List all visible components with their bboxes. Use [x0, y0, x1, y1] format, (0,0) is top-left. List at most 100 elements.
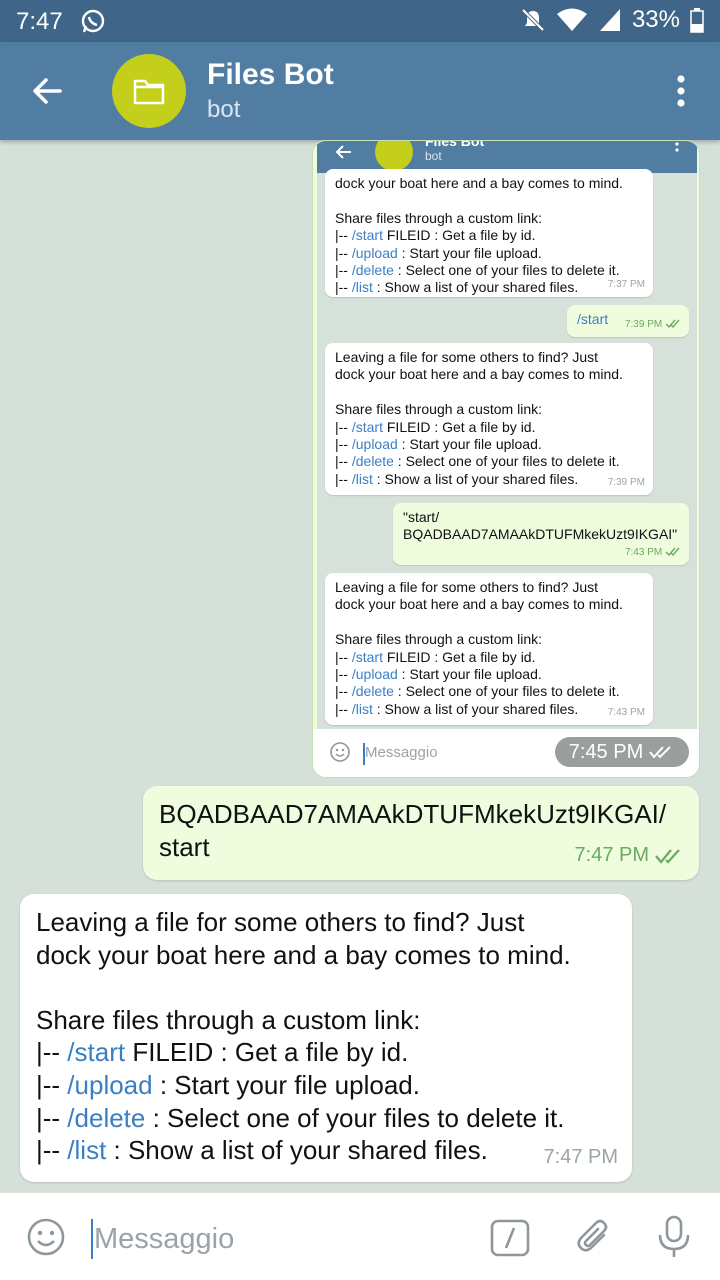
double-check-icon — [665, 319, 680, 329]
time-text: 7:45 PM — [568, 740, 644, 763]
time-text: 7:39 PM — [624, 318, 663, 330]
message-line — [335, 384, 643, 401]
screenshot-input-bar: Messaggio 7:45 PM — [313, 729, 699, 777]
mute-icon — [521, 8, 545, 32]
message-line: BQADBAAD7AMAAkDTUFMkekUzt9IKGAI/ — [159, 799, 667, 829]
message-line: Leaving a file for some others to find? … — [36, 907, 525, 937]
bot-command-link[interactable]: /list — [352, 471, 373, 487]
time-text: 7:47 PM — [574, 844, 649, 867]
screenshot-message: /start 7:39 PM — [567, 305, 689, 337]
bot-command-link[interactable]: /start — [67, 1037, 125, 1067]
message-line: Share files through a custom link: — [335, 631, 542, 648]
message-line: |-- /list : Show a list of your shared f… — [335, 279, 579, 296]
bot-command-link[interactable]: /start — [352, 227, 383, 243]
message-line — [335, 192, 643, 209]
message-line: dock your boat here and a bay comes to m… — [36, 939, 571, 970]
bot-command-link[interactable]: /list — [352, 279, 373, 295]
emoji-icon[interactable] — [26, 1217, 66, 1257]
message-input[interactable]: Messaggio — [94, 1223, 234, 1256]
mic-icon[interactable] — [656, 1215, 692, 1259]
message-line: Leaving a file for some others to find? … — [335, 579, 599, 595]
message-line: |-- /delete : Select one of your files t… — [335, 453, 620, 470]
message-time: 7:47 PM — [575, 839, 685, 872]
bot-command-link[interactable]: /delete — [67, 1103, 145, 1133]
message-line: |-- /upload : Start your file upload. — [335, 244, 542, 261]
message-line: dock your boat here and a bay comes to m… — [335, 596, 623, 613]
bot-command-icon[interactable] — [490, 1219, 530, 1257]
message-line: dock your boat here and a bay comes to m… — [335, 366, 623, 383]
bot-command-link[interactable]: /start — [352, 649, 383, 665]
screenshot-subtitle: bot — [425, 149, 442, 163]
bot-command-link[interactable]: /delete — [352, 453, 394, 469]
more-vert-icon — [675, 142, 679, 152]
message-line: |-- /start FILEID : Get a file by id. — [36, 1037, 409, 1068]
status-time: 7:47 — [16, 8, 63, 35]
avatar — [375, 141, 413, 171]
screenshot-message: Leaving a file for some others to find? … — [325, 573, 653, 725]
message-time: 7:39 PM — [607, 476, 645, 488]
message-line: BQADBAAD7AMAAkDTUFMkekUzt9IKGAI" — [403, 526, 678, 543]
message-time: 7:47 PM — [543, 1146, 618, 1169]
time-text: 7:43 PM — [624, 546, 663, 558]
message-line: |-- /list : Show a list of your shared f… — [335, 700, 579, 717]
emoji-icon — [330, 742, 350, 762]
chat-subtitle: bot — [207, 96, 241, 123]
message-line: |-- /upload : Start your file upload. — [335, 666, 542, 683]
message-input-bar: Messaggio — [0, 1192, 720, 1280]
double-check-icon — [649, 746, 671, 759]
double-check-icon — [665, 547, 680, 557]
image-timestamp: 7:45 PM — [555, 737, 689, 767]
back-arrow-icon[interactable] — [30, 74, 64, 108]
chat-title[interactable]: Files Bot — [207, 58, 334, 92]
message-line: |-- /start FILEID : Get a file by id. — [335, 418, 536, 435]
bot-command-link[interactable]: /delete — [352, 262, 394, 278]
screenshot-input-placeholder: Messaggio — [365, 744, 438, 761]
message-line: |-- /start FILEID : Get a file by id. — [335, 227, 536, 244]
image-message[interactable]: Files Bot bot dock your boat here and a … — [312, 140, 700, 778]
back-arrow-icon — [335, 145, 351, 159]
bot-command-link[interactable]: /list — [352, 701, 373, 717]
bot-command-link[interactable]: /delete — [352, 683, 394, 699]
message-line: |-- /delete : Select one of your files t… — [335, 683, 620, 700]
message-time: 7:43 PM — [607, 706, 645, 718]
bot-command-link[interactable]: /upload — [67, 1070, 152, 1100]
message-line: dock your boat here and a bay comes to m… — [335, 175, 623, 191]
attach-icon[interactable] — [574, 1217, 614, 1257]
message-line: Share files through a custom link: — [36, 1004, 421, 1035]
chat-area[interactable]: Files Bot bot dock your boat here and a … — [0, 140, 720, 1192]
chat-header: Files Bot bot — [0, 42, 720, 140]
message-line: |-- /upload : Start your file upload. — [335, 436, 542, 453]
message-line: "start/ — [403, 509, 440, 525]
whatsapp-icon — [81, 9, 105, 33]
message-line: Share files through a custom link: — [335, 401, 542, 418]
message-time: 7:37 PM — [607, 278, 645, 290]
bot-command-link[interactable]: /start — [352, 419, 383, 435]
bot-command-link[interactable]: /upload — [352, 666, 398, 682]
message-time: 7:43 PM — [625, 544, 681, 561]
bot-command-link[interactable]: /list — [67, 1135, 106, 1165]
incoming-message[interactable]: Leaving a file for some others to find? … — [20, 894, 632, 1182]
status-bar: 7:47 33% — [0, 0, 720, 42]
message-line: Leaving a file for some others to find? … — [335, 349, 599, 365]
message-time: 7:39 PM — [625, 316, 681, 333]
screenshot-message: Leaving a file for some others to find? … — [325, 343, 653, 495]
message-line — [335, 614, 643, 631]
outgoing-message[interactable]: BQADBAAD7AMAAkDTUFMkekUzt9IKGAI/ start 7… — [143, 786, 699, 880]
text-cursor — [91, 1219, 93, 1259]
avatar[interactable] — [112, 54, 186, 128]
message-line: |-- /upload : Start your file upload. — [36, 1069, 420, 1100]
message-line — [36, 971, 616, 1004]
screenshot-image: Files Bot bot dock your boat here and a … — [317, 141, 697, 729]
message-line: |-- /list : Show a list of your shared f… — [36, 1135, 488, 1166]
folder-icon — [133, 79, 165, 105]
message-line: |-- /delete : Select one of your files t… — [335, 262, 620, 279]
bot-command-link[interactable]: /upload — [352, 436, 398, 452]
bot-command-link[interactable]: /upload — [352, 245, 398, 261]
battery-icon — [690, 8, 704, 33]
more-vert-icon[interactable] — [676, 74, 686, 108]
screenshot-message: dock your boat here and a bay comes to m… — [325, 169, 653, 297]
message-line: |-- /start FILEID : Get a file by id. — [335, 648, 536, 665]
message-line: |-- /delete : Select one of your files t… — [36, 1102, 565, 1133]
message-line: |-- /list : Show a list of your shared f… — [335, 470, 579, 487]
battery-percentage: 33% — [631, 6, 680, 33]
